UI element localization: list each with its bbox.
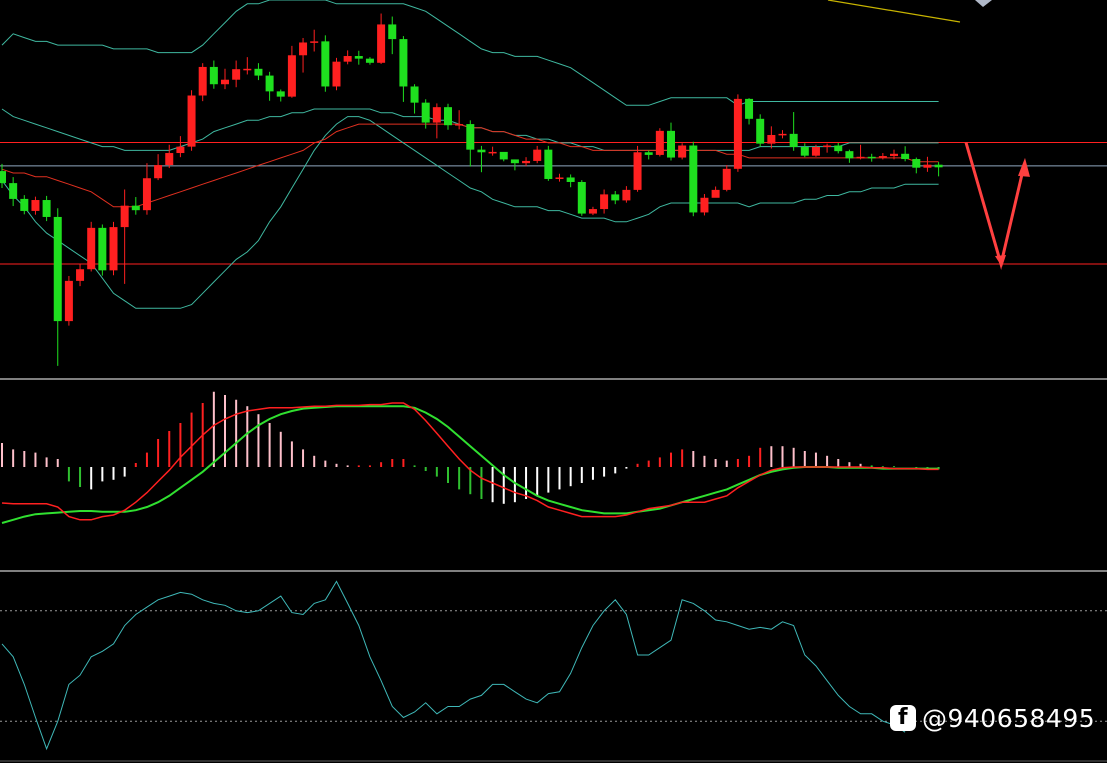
oscillator-line — [1, 580, 906, 751]
candle-body — [499, 151, 508, 160]
candle-body — [689, 145, 698, 213]
candle-body — [477, 149, 486, 153]
candle-body — [811, 147, 820, 156]
candle-body — [867, 156, 876, 159]
candle-body — [778, 133, 787, 136]
candle-body — [354, 56, 363, 59]
candle-body — [789, 133, 798, 148]
candle-body — [800, 147, 809, 156]
forecast-arrow-path — [964, 142, 1026, 270]
candle-body — [276, 91, 285, 97]
candle-body — [87, 227, 96, 270]
candle-body — [53, 216, 62, 322]
macd-panel — [1, 391, 940, 524]
candle-body — [923, 164, 932, 168]
candle-body — [299, 42, 308, 56]
candle-body — [265, 75, 274, 92]
candle-body — [644, 152, 653, 155]
candle-body — [187, 95, 196, 147]
candle-body — [588, 209, 597, 214]
candle-body — [566, 177, 575, 182]
candle-body — [455, 124, 464, 126]
candle-body — [287, 55, 296, 97]
candle-body — [823, 145, 832, 148]
candle-body — [176, 146, 185, 154]
trading-chart — [0, 0, 1107, 762]
dif-line — [1, 402, 939, 521]
candle-body — [756, 118, 765, 144]
candle-body — [845, 151, 854, 159]
candle-body — [522, 160, 531, 164]
candle-body — [711, 189, 720, 198]
candle-body — [20, 198, 29, 211]
candle-body — [600, 194, 609, 210]
candle-body — [878, 156, 887, 158]
candle-body — [901, 153, 910, 160]
candle-body — [633, 152, 642, 190]
candle-body — [655, 130, 664, 155]
candle-body — [533, 149, 542, 161]
candle-body — [365, 58, 374, 63]
candle-body — [120, 205, 129, 228]
candle-body — [622, 189, 631, 201]
candle-body — [733, 98, 742, 169]
candle-body — [432, 107, 441, 123]
candle-body — [377, 24, 386, 63]
candle-body — [399, 39, 408, 87]
candle-body — [232, 69, 241, 80]
candle-body — [109, 227, 118, 271]
candle-body — [154, 165, 163, 179]
bollinger-upper-line — [1, 0, 939, 106]
candle-body — [0, 171, 6, 184]
candle-body — [388, 24, 397, 40]
candle-body — [76, 269, 85, 281]
candle-body — [912, 159, 921, 168]
candle-body — [165, 153, 174, 166]
candle-body — [131, 205, 140, 211]
candle-body — [834, 145, 843, 152]
candle-body — [488, 151, 497, 154]
candle-body — [577, 181, 586, 214]
candle-body — [510, 159, 519, 164]
candle-body — [611, 194, 620, 201]
price-panel — [0, 0, 1107, 366]
candle-body — [98, 227, 107, 271]
candle-body — [934, 164, 943, 168]
watermark: f @940658495 — [890, 700, 1095, 736]
candle-body — [221, 79, 229, 85]
candle-body — [343, 56, 352, 62]
candle-body — [678, 145, 687, 158]
dea-line — [1, 405, 939, 524]
candle-body — [856, 156, 865, 159]
candle-body — [767, 134, 776, 144]
candle-body — [198, 66, 207, 96]
candle-body — [421, 102, 430, 123]
candle-body — [42, 200, 51, 217]
candle-body — [700, 197, 709, 213]
candle-body — [209, 66, 218, 85]
candle-body — [243, 68, 252, 71]
candle-body — [745, 98, 754, 119]
upper-trend-line — [827, 0, 961, 23]
candle-body — [410, 86, 419, 103]
candle-body — [890, 153, 898, 157]
watermark-handle: @940658495 — [922, 703, 1096, 733]
candle-body — [722, 168, 731, 190]
candle-body — [466, 124, 475, 150]
candle-body — [332, 61, 341, 87]
candle-body — [31, 200, 40, 211]
forecast-arrow-head — [1018, 157, 1030, 177]
candle-body — [142, 178, 151, 211]
candle-body — [310, 41, 319, 43]
candle-body — [9, 183, 18, 199]
scroll-marker-icon[interactable] — [975, 0, 992, 7]
candle-body — [64, 280, 73, 322]
candle-body — [667, 130, 675, 158]
candle-body — [444, 107, 452, 126]
candle-body — [254, 68, 263, 76]
candle-body — [321, 41, 330, 87]
candle-body — [544, 149, 553, 179]
facebook-icon: f — [890, 705, 916, 731]
candle-body — [555, 177, 564, 179]
